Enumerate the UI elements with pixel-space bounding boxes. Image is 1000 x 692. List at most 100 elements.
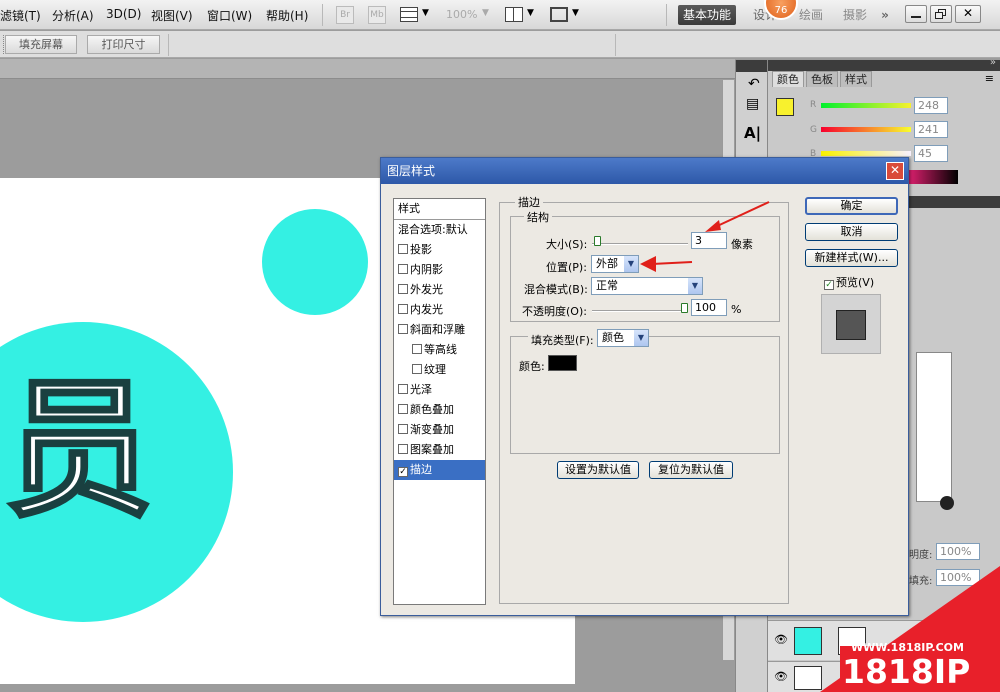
set-default-button[interactable]: 设置为默认值 (557, 461, 639, 479)
workspace-painting[interactable]: 绘画 (796, 5, 826, 25)
opacity-input[interactable]: 100 (691, 299, 727, 316)
style-item[interactable]: 颜色叠加 (394, 400, 485, 420)
more-workspaces-icon[interactable]: » (876, 5, 894, 25)
menu-view[interactable]: 视图(V) (151, 7, 193, 24)
opacity-unit: % (731, 303, 742, 316)
checkbox-icon[interactable] (398, 284, 408, 294)
checkbox-icon: ✓ (824, 280, 834, 290)
blue-value[interactable]: 45 (914, 145, 948, 162)
checkbox-icon[interactable] (398, 444, 408, 454)
chevron-down-icon[interactable]: ▼ (527, 8, 534, 18)
style-item[interactable]: 渐变叠加 (394, 420, 485, 440)
style-item-label: 渐变叠加 (410, 423, 454, 436)
chevron-down-icon[interactable]: ▼ (482, 8, 489, 18)
stroke-color-swatch[interactable] (548, 355, 577, 371)
new-style-button[interactable]: 新建样式(W)... (805, 249, 898, 267)
toolbar-separator (666, 4, 667, 26)
position-value: 外部 (596, 257, 618, 270)
reset-default-button[interactable]: 复位为默认值 (649, 461, 733, 479)
panel-menu-icon[interactable]: ≡ (985, 72, 994, 85)
tab-styles[interactable]: 样式 (840, 71, 872, 87)
size-slider[interactable] (592, 243, 688, 245)
opacity-slider-thumb[interactable] (681, 303, 688, 313)
style-item[interactable]: 内发光 (394, 300, 485, 320)
green-slider[interactable] (821, 127, 911, 132)
style-item[interactable]: 光泽 (394, 380, 485, 400)
opacity-slider[interactable] (592, 310, 688, 312)
menu-3d[interactable]: 3D(D) (106, 7, 141, 21)
fill-type-select[interactable]: 颜色 ▼ (597, 329, 649, 347)
chevron-down-icon[interactable]: ▼ (422, 8, 429, 18)
style-item-label: 外发光 (410, 283, 443, 296)
layer-mask-icon[interactable] (940, 496, 954, 510)
eye-icon[interactable]: 👁 (774, 633, 788, 646)
history-icon[interactable]: ↶ (748, 76, 760, 92)
color-ramp[interactable] (908, 170, 958, 184)
style-item[interactable]: 外发光 (394, 280, 485, 300)
workspace-essentials[interactable]: 基本功能 (678, 5, 736, 25)
gradient-tool-icon[interactable]: ▤ (746, 96, 759, 112)
bridge-button[interactable]: Br (336, 6, 354, 24)
workspace-photography[interactable]: 摄影 (840, 5, 870, 25)
style-item[interactable]: 纹理 (394, 360, 485, 380)
style-item[interactable]: 斜面和浮雕 (394, 320, 485, 340)
menu-filter[interactable]: 滤镜(T) (0, 7, 41, 24)
green-value[interactable]: 241 (914, 121, 948, 138)
preview-checkbox[interactable]: ✓ 预览(V) (824, 274, 874, 290)
menu-window[interactable]: 窗口(W) (207, 7, 252, 24)
checkbox-icon[interactable] (398, 424, 408, 434)
dialog-title[interactable]: 图层样式 (381, 158, 908, 184)
print-size-button[interactable]: 打印尺寸 (87, 35, 160, 54)
style-item[interactable]: 图案叠加 (394, 440, 485, 460)
position-select[interactable]: 外部 ▼ (591, 255, 639, 273)
style-item[interactable]: 投影 (394, 240, 485, 260)
blend-mode-select[interactable]: 正常 ▼ (591, 277, 703, 295)
arrange-documents-icon[interactable] (505, 7, 523, 22)
minimize-button[interactable] (905, 5, 927, 23)
screen-mode-icon[interactable] (550, 7, 568, 22)
style-item[interactable]: 混合选项:默认 (394, 220, 485, 240)
menu-help[interactable]: 帮助(H) (266, 7, 308, 24)
collapse-icon[interactable]: » (990, 57, 996, 68)
annotation-arrow (705, 201, 770, 232)
opacity-label: 明度: (909, 550, 933, 561)
close-window-button[interactable]: ✕ (955, 5, 981, 23)
chevron-down-icon[interactable]: ▼ (572, 8, 579, 18)
layer-opacity-input[interactable]: 100% (936, 543, 980, 560)
style-item-label: 颜色叠加 (410, 403, 454, 416)
checkbox-icon[interactable] (398, 384, 408, 394)
restore-button[interactable] (930, 5, 952, 23)
foreground-color-swatch[interactable] (776, 98, 794, 116)
character-panel-icon[interactable]: A| (744, 124, 761, 142)
blend-mode-value: 正常 (596, 279, 618, 292)
extras-icon[interactable] (400, 7, 418, 22)
checkbox-icon[interactable] (398, 264, 408, 274)
fill-screen-button[interactable]: 填充屏幕 (5, 35, 77, 54)
checkbox-icon[interactable]: ✓ (398, 467, 408, 477)
checkbox-icon[interactable] (398, 324, 408, 334)
tab-swatches[interactable]: 色板 (806, 71, 838, 87)
eye-icon[interactable]: 👁 (774, 670, 788, 683)
style-item[interactable]: 等高线 (394, 340, 485, 360)
blue-slider[interactable] (821, 151, 911, 156)
red-value[interactable]: 248 (914, 97, 948, 114)
style-item[interactable]: ✓ 描边 (394, 460, 485, 480)
mini-bridge-button[interactable]: Mb (368, 6, 386, 24)
checkbox-icon[interactable] (398, 244, 408, 254)
checkbox-icon[interactable] (398, 404, 408, 414)
zoom-level[interactable]: 100% (446, 8, 477, 21)
cancel-button[interactable]: 取消 (805, 223, 898, 241)
size-slider-thumb[interactable] (593, 236, 601, 246)
checkbox-icon[interactable] (412, 344, 422, 354)
ok-button[interactable]: 确定 (805, 197, 898, 215)
checkbox-icon[interactable] (398, 304, 408, 314)
style-item[interactable]: 内阴影 (394, 260, 485, 280)
checkbox-icon[interactable] (412, 364, 422, 374)
red-slider[interactable] (821, 103, 911, 108)
document-tab-bar[interactable] (0, 59, 735, 79)
styles-header[interactable]: 样式 (394, 199, 485, 220)
close-icon[interactable]: ✕ (886, 162, 904, 180)
style-preset-list[interactable] (916, 352, 952, 502)
tab-color[interactable]: 颜色 (772, 71, 804, 87)
menu-analysis[interactable]: 分析(A) (52, 7, 94, 24)
